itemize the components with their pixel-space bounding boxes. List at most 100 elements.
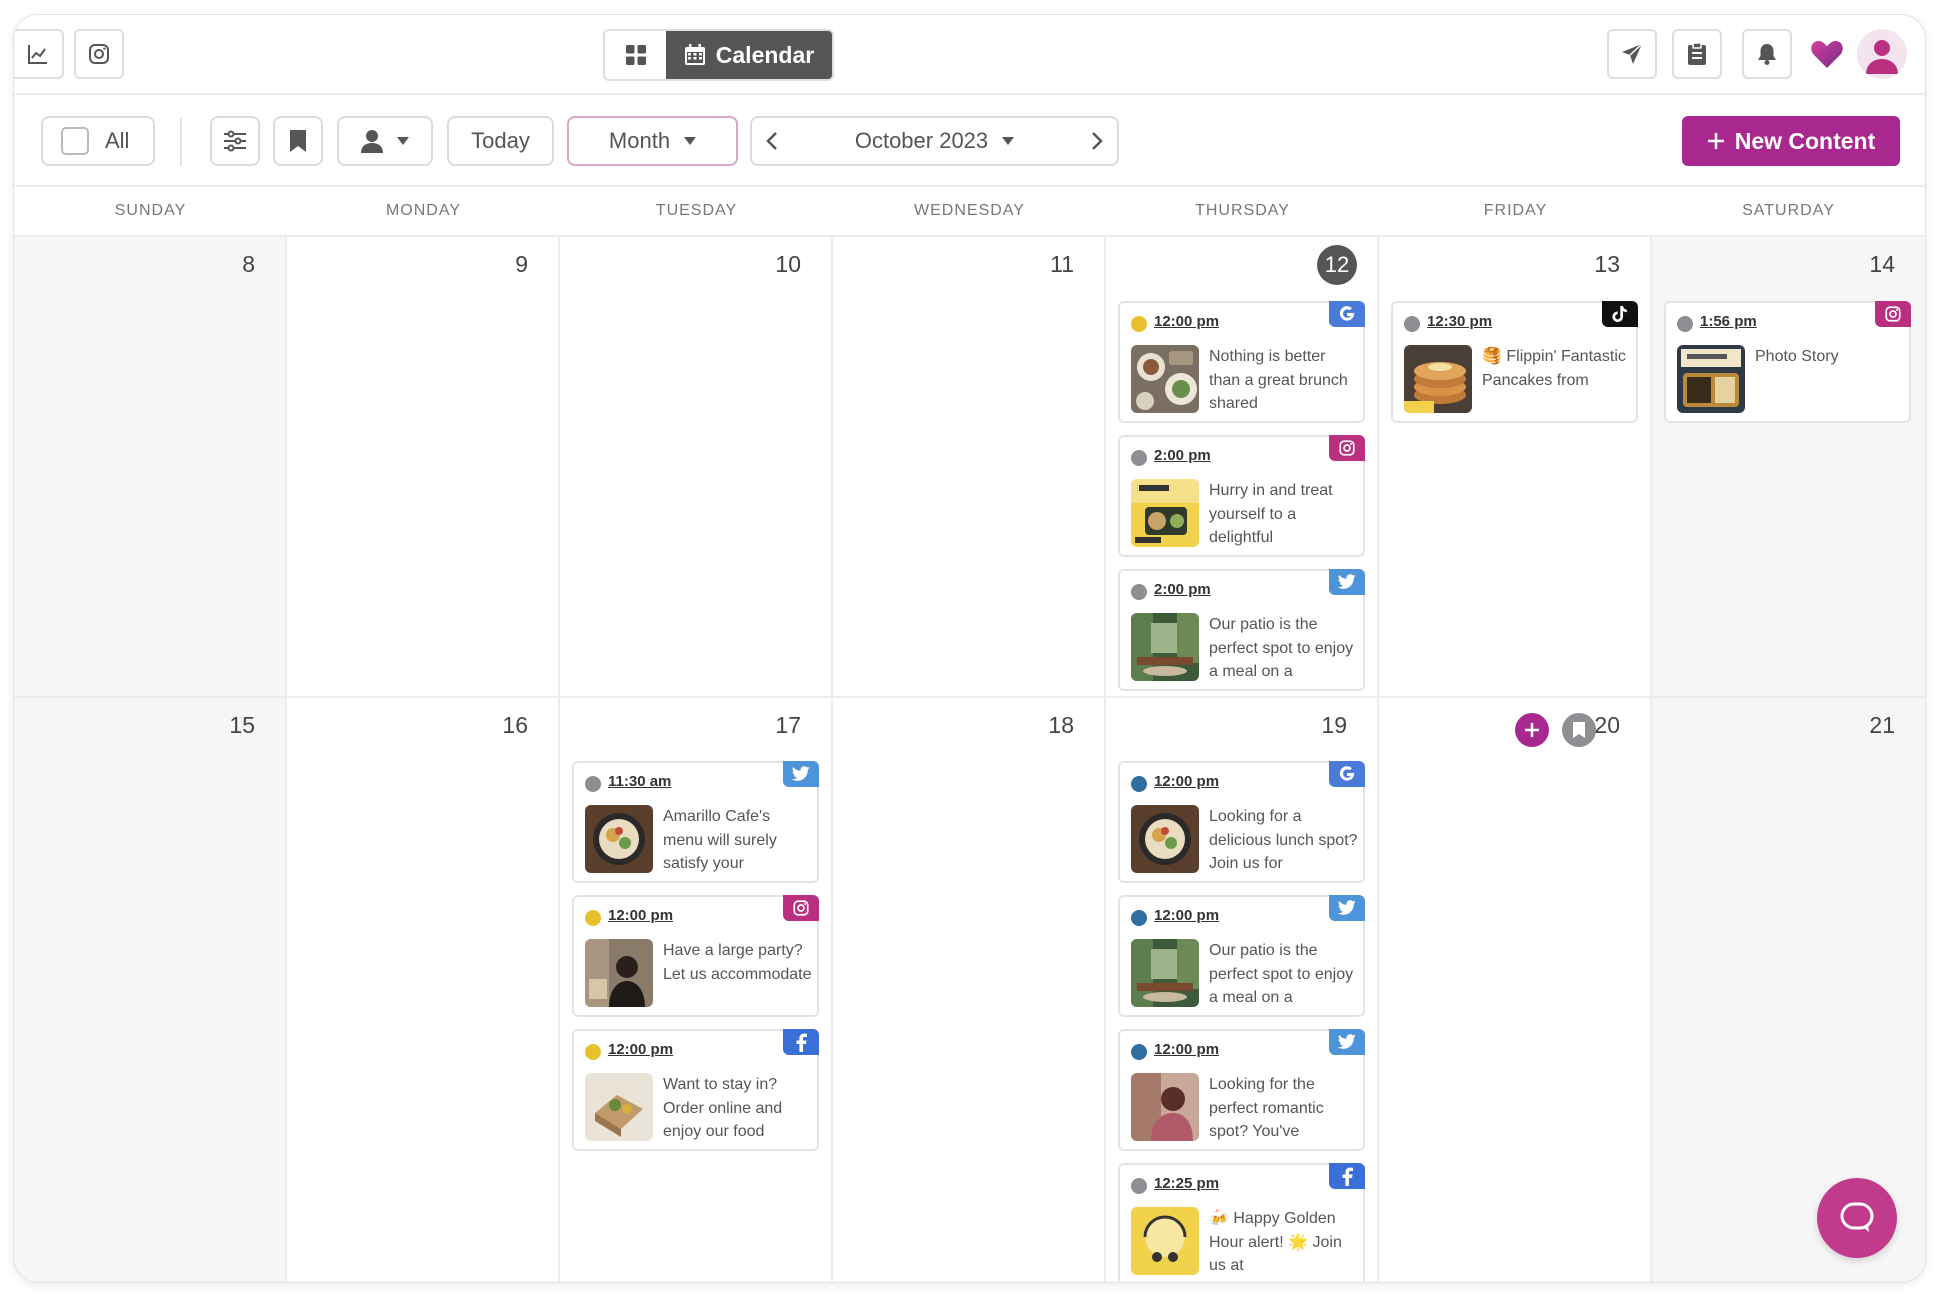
post-card[interactable]: 12:00 pm Looking for a delicious lunch s… (1118, 761, 1365, 883)
instagram-account-button[interactable] (74, 29, 124, 79)
post-text: Looking for the perfect romantic spot? Y… (1209, 1076, 1324, 1140)
post-time[interactable]: 12:30 pm (1427, 313, 1492, 330)
today-day-number: 12 (1317, 245, 1357, 285)
post-card[interactable]: 12:00 pm Nothing is better than a great … (1118, 301, 1365, 423)
tiktok-icon (1602, 301, 1638, 327)
notifications-button[interactable] (1742, 29, 1792, 79)
calendar-view-label: Calendar (715, 41, 815, 68)
day-header-friday: FRIDAY (1483, 202, 1548, 219)
post-time[interactable]: 12:00 pm (1154, 907, 1219, 924)
calendar-day-cell[interactable]: 16 (287, 698, 560, 1282)
calendar-day-cell[interactable]: 18 (833, 698, 1106, 1282)
instagram-icon (87, 42, 111, 66)
day-header-tuesday: TUESDAY (655, 202, 738, 219)
select-all-checkbox[interactable] (61, 127, 89, 155)
post-card[interactable]: 1:56 pm Photo Story (1664, 301, 1911, 423)
heart-icon (1810, 39, 1844, 69)
post-card[interactable]: 12:00 pm Have a large party? Let us acco… (572, 895, 819, 1017)
post-time[interactable]: 12:00 pm (608, 907, 673, 924)
status-dot (1131, 910, 1147, 926)
post-time[interactable]: 12:00 pm (608, 1041, 673, 1058)
publish-button[interactable] (1607, 29, 1657, 79)
today-button[interactable]: Today (447, 116, 554, 166)
post-thumbnail (1131, 613, 1199, 681)
select-all-button[interactable]: All (41, 116, 155, 166)
calendar-day-cell[interactable]: 13 12:30 pm 🥞 Flippin' Fantastic Pancake… (1379, 237, 1652, 696)
view-select-dropdown[interactable]: Month (567, 116, 738, 166)
calendar-day-cell[interactable]: 9 (287, 237, 560, 696)
post-card[interactable]: 12:00 pm Want to stay in? Order online a… (572, 1029, 819, 1151)
post-text: Amarillo Cafe's menu will surely satisfy… (663, 808, 777, 872)
post-time[interactable]: 2:00 pm (1154, 447, 1211, 464)
add-content-button[interactable] (1515, 713, 1549, 747)
chevron-down-icon (684, 137, 697, 145)
bookmark-icon (1572, 721, 1586, 739)
plus-icon (1707, 132, 1725, 150)
day-number: 17 (775, 712, 801, 738)
previous-period-button[interactable] (766, 131, 778, 151)
post-thumbnail (1131, 345, 1199, 413)
post-card[interactable]: 2:00 pm Hurry in and treat yourself to a… (1118, 435, 1365, 557)
day-number: 15 (229, 712, 255, 738)
calendar-day-cell[interactable]: 11 (833, 237, 1106, 696)
filter-button[interactable] (210, 116, 260, 166)
calendar-day-cell[interactable]: 14 1:56 pm Photo Story (1652, 237, 1925, 696)
day-number: 10 (775, 251, 801, 277)
calendar-day-cell[interactable]: 17 11:30 am Amarillo Cafe's menu will su… (560, 698, 833, 1282)
post-card[interactable]: 12:00 pm Our patio is the perfect spot t… (1118, 895, 1365, 1017)
analytics-icon (26, 42, 50, 66)
calendar-view-button[interactable]: Calendar (666, 31, 832, 79)
post-text: 🥞 Flippin' Fantastic Pancakes from (1482, 348, 1626, 389)
status-dot (585, 776, 601, 792)
instagram-icon (1875, 301, 1911, 327)
post-time[interactable]: 12:00 pm (1154, 313, 1219, 330)
post-thumbnail (1404, 345, 1472, 413)
saved-views-button[interactable] (273, 116, 323, 166)
calendar-day-cell[interactable]: 10 (560, 237, 833, 696)
calendar-day-cell-today[interactable]: 12 12:00 pm Nothing is better than a gre… (1106, 237, 1379, 696)
post-card[interactable]: 2:00 pm Our patio is the perfect spot to… (1118, 569, 1365, 691)
grid-view-button[interactable] (605, 31, 666, 79)
day-header-monday: MONDAY (385, 202, 462, 219)
new-content-label: New Content (1734, 127, 1876, 154)
post-card[interactable]: 12:00 pm Looking for the perfect romanti… (1118, 1029, 1365, 1151)
facebook-icon (783, 1029, 819, 1055)
period-dropdown[interactable]: October 2023 (854, 128, 1015, 154)
select-all-label: All (105, 128, 130, 153)
post-text: 🍻 Happy Golden Hour alert! 🌟 Join us at (1209, 1210, 1342, 1274)
post-time[interactable]: 1:56 pm (1700, 313, 1757, 330)
avatar[interactable] (1857, 29, 1907, 79)
add-note-button[interactable] (1562, 713, 1596, 747)
bookmark-icon (289, 129, 307, 153)
post-text: Want to stay in? Order online and enjoy … (663, 1076, 783, 1140)
chat-icon (1839, 1200, 1875, 1236)
calendar-day-cell[interactable]: 19 12:00 pm Looking for a delicious lunc… (1106, 698, 1379, 1282)
post-time[interactable]: 12:00 pm (1154, 1041, 1219, 1058)
post-time[interactable]: 12:00 pm (1154, 773, 1219, 790)
new-content-button[interactable]: New Content (1682, 116, 1900, 166)
next-period-button[interactable] (1091, 131, 1103, 151)
day-number: 18 (1048, 712, 1074, 738)
chat-support-button[interactable] (1817, 1178, 1897, 1258)
period-label: October 2023 (854, 128, 989, 153)
post-card[interactable]: 12:30 pm 🥞 Flippin' Fantastic Pancakes f… (1391, 301, 1638, 423)
calendar-day-cell[interactable]: 20 (1379, 698, 1652, 1282)
day-number: 14 (1869, 251, 1895, 277)
day-header-wednesday: WEDNESDAY (914, 202, 1025, 219)
send-icon (1620, 42, 1644, 66)
post-thumbnail (1131, 1073, 1199, 1141)
favorites-button[interactable] (1807, 37, 1847, 71)
post-time[interactable]: 2:00 pm (1154, 581, 1211, 598)
tasks-button[interactable] (1672, 29, 1722, 79)
post-time[interactable]: 11:30 am (608, 773, 671, 790)
calendar-day-cell[interactable]: 15 (14, 698, 287, 1282)
post-card[interactable]: 12:25 pm 🍻 Happy Golden Hour alert! 🌟 Jo… (1118, 1163, 1365, 1282)
post-thumbnail (585, 939, 653, 1007)
post-card[interactable]: 11:30 am Amarillo Cafe's menu will surel… (572, 761, 819, 883)
plus-icon (1524, 722, 1540, 738)
analytics-button[interactable] (14, 29, 64, 79)
calendar-day-cell[interactable]: 8 (14, 237, 287, 696)
user-filter-dropdown[interactable] (337, 116, 433, 166)
post-thumbnail (585, 1073, 653, 1141)
post-time[interactable]: 12:25 pm (1154, 1175, 1219, 1192)
